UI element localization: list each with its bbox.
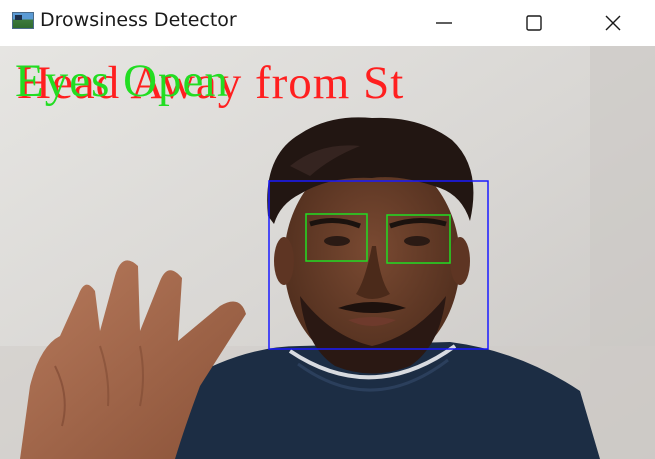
close-button[interactable] bbox=[571, 0, 655, 46]
maximize-icon bbox=[526, 15, 542, 31]
window-title: Drowsiness Detector bbox=[40, 9, 237, 31]
right-eye-box bbox=[386, 214, 451, 264]
title-bar[interactable]: Drowsiness Detector bbox=[0, 0, 655, 46]
webcam-feed: Head Away from St Eyes Open bbox=[0, 46, 655, 459]
minimize-button[interactable] bbox=[399, 0, 489, 46]
app-window: Drowsiness Detector Head Away from St Ey… bbox=[0, 0, 655, 459]
minimize-icon bbox=[436, 22, 452, 24]
face-detection-box bbox=[268, 180, 489, 350]
app-icon bbox=[12, 12, 34, 29]
close-icon bbox=[605, 15, 621, 31]
left-eye-box bbox=[305, 213, 368, 262]
maximize-button[interactable] bbox=[489, 0, 579, 46]
eyes-open-status: Eyes Open bbox=[15, 55, 229, 107]
